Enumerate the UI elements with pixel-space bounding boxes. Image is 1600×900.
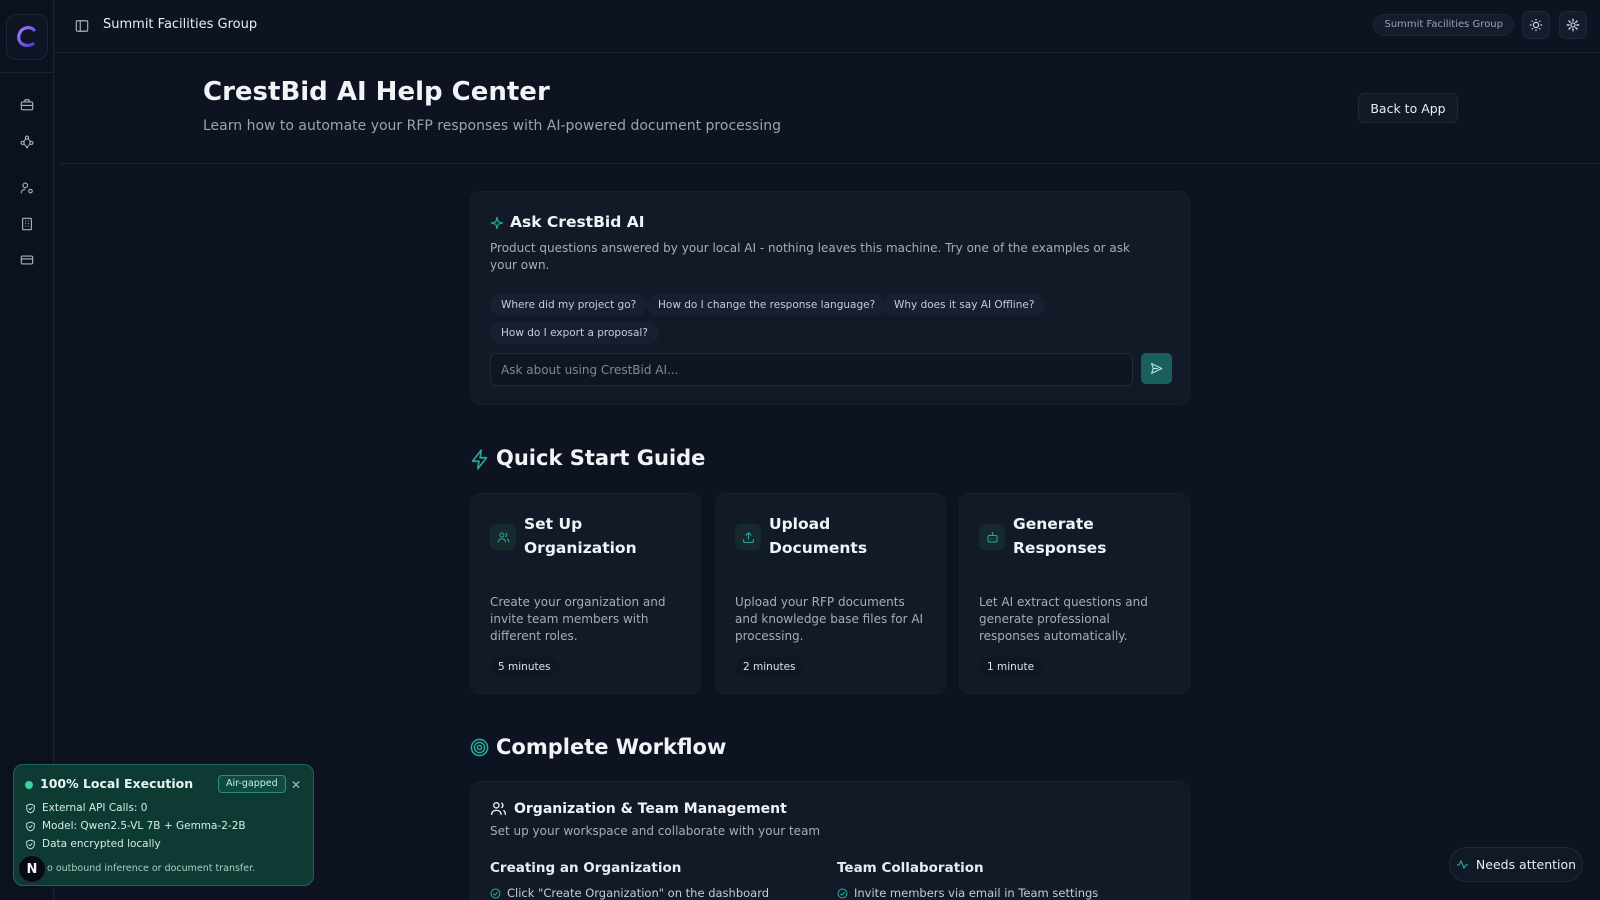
activity-icon — [1456, 860, 1469, 869]
ask-ai-title: Ask CrestBid AI — [510, 213, 645, 231]
status-dot — [25, 781, 33, 789]
air-gapped-badge: Air-gapped — [218, 775, 286, 793]
sidebar-item-projects[interactable] — [15, 93, 39, 117]
sidebar-item-organization[interactable] — [15, 212, 39, 236]
step-card-upload[interactable]: Upload Documents Upload your RFP documen… — [715, 493, 946, 694]
workflow-column-heading: Creating an Organization — [490, 860, 682, 876]
page-subtitle: Learn how to automate your RFP responses… — [203, 118, 781, 134]
local-execution-row-text: Data encrypted locally — [42, 838, 161, 850]
sparkle-icon — [490, 216, 504, 230]
workflow-step-item: Click "Create Organization" on the dashb… — [490, 886, 769, 900]
check-circle-icon — [490, 888, 501, 898]
panel-left-icon — [75, 20, 89, 32]
users-icon — [490, 801, 507, 815]
local-execution-panel: 100% Local Execution Air-gapped ✕ Extern… — [13, 764, 314, 886]
step-time-badge: 5 minutes — [490, 657, 559, 677]
workflow-step-item: Invite members via email in Team setting… — [837, 886, 1098, 900]
local-execution-row: Model: Qwen2.5-VL 7B + Gemma-2-2B — [25, 820, 246, 832]
org-switcher[interactable]: Summit Facilities Group — [1373, 14, 1514, 36]
ask-ai-description: Product questions answered by your local… — [490, 241, 1130, 272]
workflow-step-text: Invite members via email in Team setting… — [854, 886, 1099, 900]
example-question-chip[interactable]: How do I change the response language? — [647, 294, 887, 316]
example-question-chip[interactable]: How do I export a proposal? — [490, 322, 659, 344]
send-icon — [1151, 363, 1163, 374]
credit-card-icon — [20, 255, 34, 265]
step-description: Upload your RFP documents and knowledge … — [735, 595, 924, 643]
example-question-chip[interactable]: Why does it say AI Offline? — [883, 294, 1046, 316]
crestbid-logo-icon — [17, 26, 36, 47]
workflow-icon — [20, 135, 34, 149]
page-title: CrestBid AI Help Center — [203, 77, 550, 107]
upload-icon — [742, 531, 754, 543]
local-execution-row: Data encrypted locally — [25, 838, 161, 850]
shield-check-icon — [26, 821, 35, 831]
example-question-chip[interactable]: Where did my project go? — [490, 294, 648, 316]
step-title: Set Up Organization — [524, 515, 637, 557]
step-icon-wrapper — [735, 524, 761, 550]
local-execution-row-text: External API Calls: 0 — [42, 802, 148, 814]
user-settings-icon — [20, 182, 33, 194]
sidebar-divider — [0, 72, 54, 73]
needs-attention-button[interactable]: Needs attention — [1449, 847, 1583, 882]
workflow-step-text: Click "Create Organization" on the dashb… — [507, 886, 770, 900]
workflow-card-subtitle: Set up your workspace and collaborate wi… — [490, 824, 821, 838]
briefcase-icon — [20, 99, 34, 111]
users-icon — [497, 532, 509, 542]
quick-start-heading: Quick Start Guide — [496, 446, 706, 470]
header-divider — [60, 163, 1600, 164]
workflow-column-heading: Team Collaboration — [837, 860, 984, 876]
app-logo[interactable] — [6, 14, 48, 60]
step-icon-wrapper — [979, 524, 1005, 550]
check-circle-icon — [837, 888, 848, 898]
step-title: Generate Responses — [1013, 515, 1107, 557]
close-icon[interactable]: ✕ — [291, 778, 301, 792]
workflow-heading: Complete Workflow — [496, 735, 727, 759]
org-title: Summit Facilities Group — [103, 17, 258, 32]
step-card-setup[interactable]: Set Up Organization Create your organiza… — [470, 493, 701, 694]
ask-ai-input[interactable] — [490, 353, 1133, 386]
local-execution-title: 100% Local Execution — [40, 776, 194, 791]
sidebar-item-billing[interactable] — [15, 248, 39, 272]
target-icon — [470, 738, 489, 757]
user-avatar[interactable]: N — [18, 855, 46, 883]
step-time-badge: 2 minutes — [735, 657, 804, 677]
step-time-badge: 1 minute — [979, 657, 1043, 677]
step-card-generate[interactable]: Generate Responses Let AI extract questi… — [959, 493, 1190, 694]
shield-check-icon — [26, 839, 35, 849]
sidebar-toggle-button[interactable] — [72, 16, 92, 36]
workflow-card-title: Organization & Team Management — [514, 801, 787, 817]
building-icon — [22, 217, 32, 231]
ask-ai-card: Ask CrestBid AI Product questions answer… — [470, 191, 1190, 405]
theme-toggle-button[interactable] — [1522, 11, 1550, 39]
step-description: Create your organization and invite team… — [490, 595, 666, 643]
step-icon-wrapper — [490, 524, 516, 550]
sidebar-item-workflows[interactable] — [15, 130, 39, 154]
sun-icon — [1529, 18, 1543, 32]
local-execution-row: External API Calls: 0 — [25, 802, 147, 814]
top-bar: Summit Facilities Group Summit Facilitie… — [54, 0, 1600, 53]
send-button[interactable] — [1141, 353, 1172, 384]
workflow-card: Organization & Team Management Set up yo… — [470, 781, 1190, 900]
local-execution-row-text: Model: Qwen2.5-VL 7B + Gemma-2-2B — [42, 820, 246, 832]
bot-icon — [987, 531, 997, 542]
settings-button[interactable] — [1559, 11, 1587, 39]
step-description: Let AI extract questions and generate pr… — [979, 595, 1148, 643]
needs-attention-label: Needs attention — [1475, 857, 1577, 872]
sidebar-item-team[interactable] — [15, 176, 39, 200]
local-execution-note: o outbound inference or document transfe… — [47, 863, 256, 874]
back-to-app-button[interactable]: Back to App — [1358, 93, 1458, 123]
gear-icon — [1566, 18, 1580, 32]
step-title: Upload Documents — [769, 515, 868, 557]
shield-check-icon — [26, 803, 35, 813]
lightning-icon — [471, 449, 488, 470]
